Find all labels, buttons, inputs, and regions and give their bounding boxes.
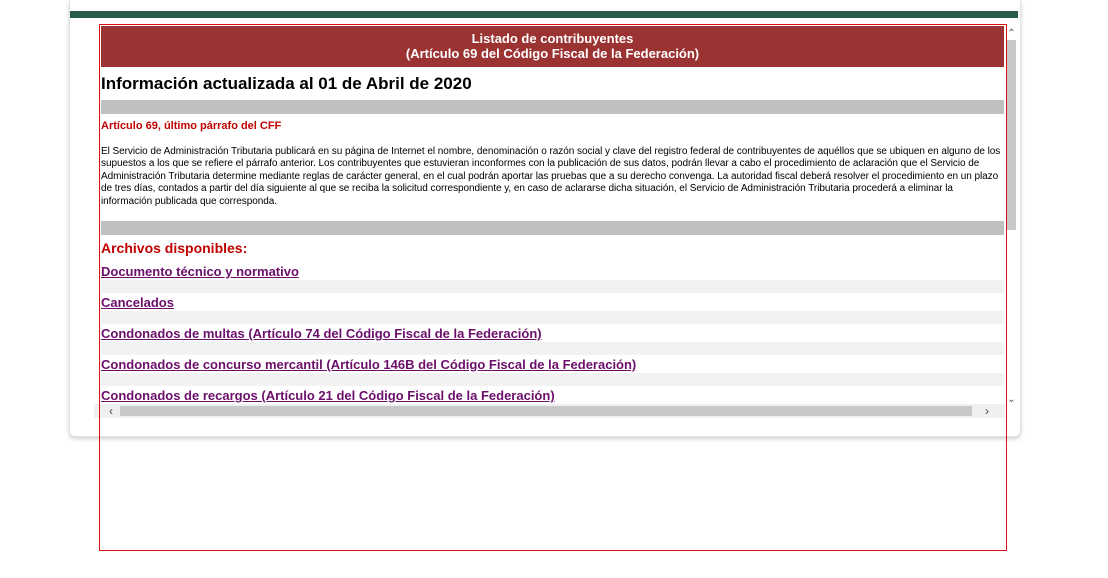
header-title: Listado de contribuyentes [471, 31, 634, 46]
chevron-right-icon[interactable]: › [980, 404, 994, 418]
chevron-left-icon[interactable]: ‹ [104, 404, 118, 418]
link-condonados-concurso[interactable]: Condonados de concurso mercantil (Artícu… [101, 357, 636, 372]
archives-title: Archivos disponibles: [101, 240, 248, 256]
frame-content: Listado de contribuyentes (Artículo 69 d… [101, 26, 1004, 417]
horizontal-scroll-thumb[interactable] [120, 406, 972, 416]
row-stripe [101, 280, 1004, 293]
row-stripe [101, 311, 1004, 324]
divider-bar [101, 221, 1004, 235]
row-stripe [101, 373, 1004, 386]
article-text: El Servicio de Administración Tributaria… [101, 146, 1001, 207]
article-title: Artículo 69, último párrafo del CFF [101, 120, 282, 132]
link-documento-tecnico[interactable]: Documento técnico y normativo [101, 264, 299, 279]
list-item: Cancelados [101, 293, 1004, 324]
top-accent-bar [70, 11, 1018, 18]
link-condonados-recargos[interactable]: Condonados de recargos (Artículo 21 del … [101, 388, 555, 403]
link-cancelados[interactable]: Cancelados [101, 295, 174, 310]
divider-bar [101, 100, 1004, 114]
list-item: Documento técnico y normativo [101, 262, 1004, 293]
info-updated-title: Información actualizada al 01 de Abril d… [101, 74, 472, 93]
horizontal-scrollbar[interactable]: ‹ › [94, 404, 1005, 418]
vertical-scroll-thumb[interactable] [1007, 40, 1016, 230]
listing-header: Listado de contribuyentes (Artículo 69 d… [101, 26, 1004, 67]
chevron-up-icon[interactable]: ⌃ [1005, 28, 1018, 40]
link-condonados-multas[interactable]: Condonados de multas (Artículo 74 del Có… [101, 326, 542, 341]
header-subtitle: (Artículo 69 del Código Fiscal de la Fed… [405, 46, 700, 61]
row-stripe [101, 342, 1004, 355]
list-item: Condonados de concurso mercantil (Artícu… [101, 355, 1004, 386]
list-item: Condonados de multas (Artículo 74 del Có… [101, 324, 1004, 355]
embedded-frame: Listado de contribuyentes (Artículo 69 d… [94, 26, 1019, 418]
vertical-scrollbar[interactable]: ⌃ ⌄ [1005, 26, 1018, 406]
chevron-down-icon[interactable]: ⌄ [1005, 394, 1018, 406]
